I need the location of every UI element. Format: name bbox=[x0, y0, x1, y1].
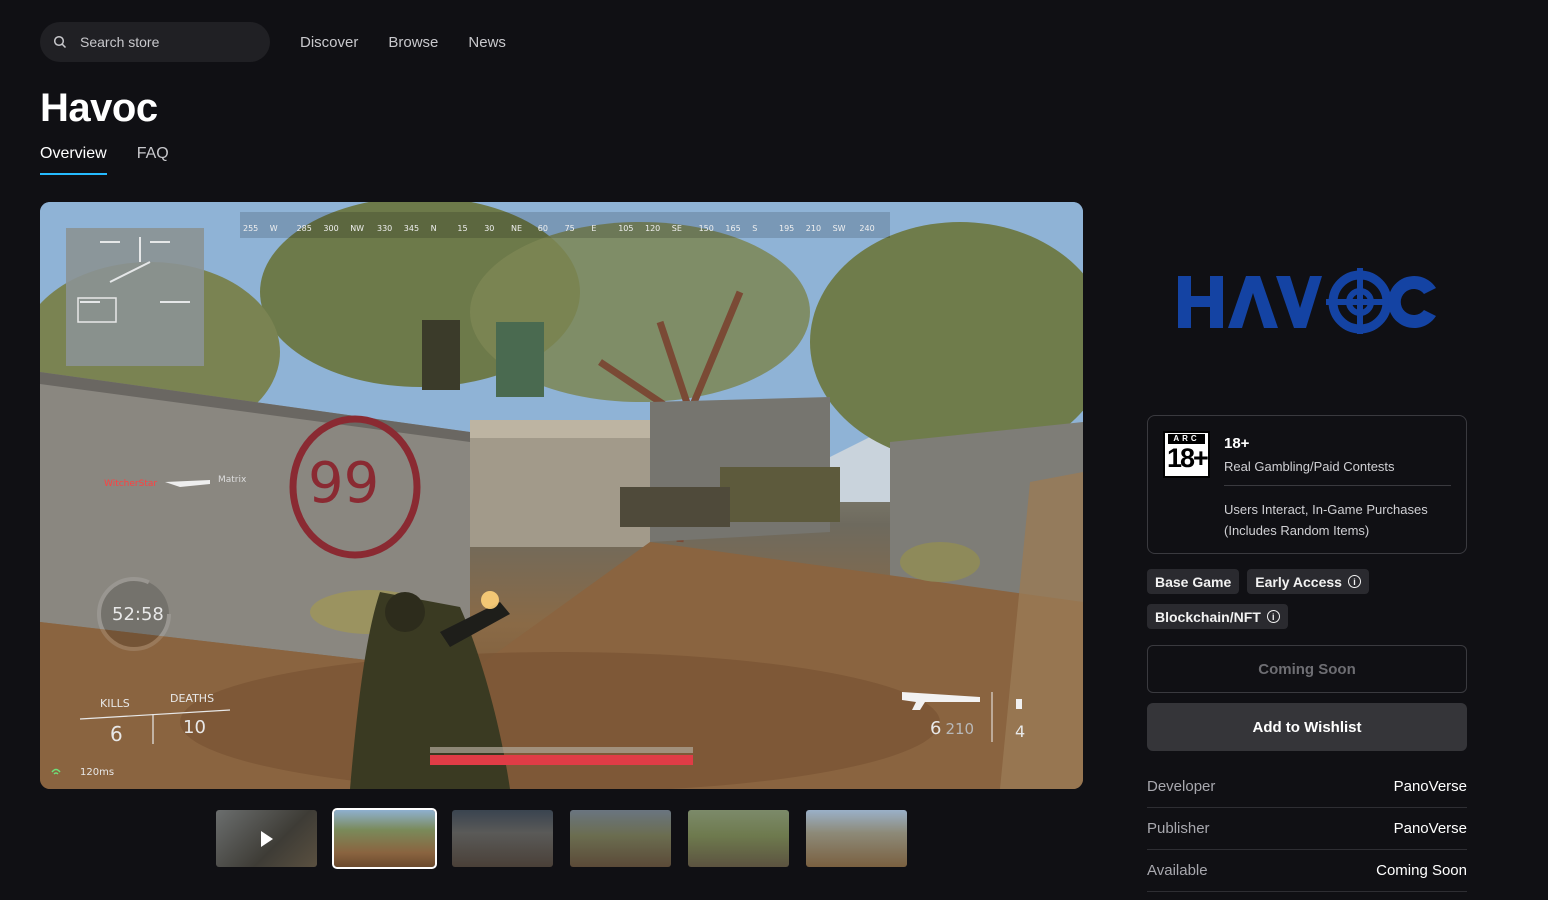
compass-label: 105 bbox=[618, 224, 634, 233]
hud-deaths-label: DEATHS bbox=[170, 692, 215, 705]
compass-label: 15 bbox=[457, 224, 468, 233]
hud-kills: 6 bbox=[110, 722, 123, 746]
tag-label: Base Game bbox=[1155, 573, 1232, 590]
search-placeholder: Search store bbox=[80, 34, 160, 50]
page-tabs: Overview FAQ bbox=[40, 145, 199, 175]
hud-ammo-mag: 6 bbox=[930, 718, 942, 739]
svg-text:99: 99 bbox=[308, 451, 379, 516]
detail-key: Available bbox=[1147, 862, 1208, 879]
detail-key: Developer bbox=[1147, 778, 1216, 795]
tag-early-access[interactable]: Early Access i bbox=[1247, 569, 1369, 594]
compass-label: 30 bbox=[484, 224, 495, 233]
detail-value: Coming Soon bbox=[1376, 862, 1467, 879]
compass-label: 195 bbox=[779, 224, 795, 233]
compass-label: 345 bbox=[403, 224, 420, 233]
age-rating-box: ARC 18+ 18+ Real Gambling/Paid Contests … bbox=[1147, 415, 1467, 554]
compass-label: 75 bbox=[564, 224, 575, 233]
thumbnail-image[interactable] bbox=[332, 808, 437, 869]
thumbnail-image[interactable] bbox=[688, 810, 789, 867]
detail-value[interactable]: PanoVerse bbox=[1394, 820, 1467, 837]
search-input[interactable]: Search store bbox=[40, 22, 270, 62]
hud-ammo: 6 210 bbox=[930, 718, 974, 739]
compass-label: 330 bbox=[377, 224, 393, 233]
killfeed-victim: Matrix bbox=[218, 475, 247, 485]
add-to-wishlist-button[interactable]: Add to Wishlist bbox=[1147, 703, 1467, 751]
detail-value[interactable]: PanoVerse bbox=[1394, 778, 1467, 795]
main-nav: Discover Browse News bbox=[300, 34, 536, 51]
hud-grenades: 4 bbox=[1015, 722, 1026, 741]
tag-label: Early Access bbox=[1255, 573, 1342, 590]
game-details: Developer PanoVerse Publisher PanoVerse … bbox=[1147, 766, 1467, 892]
search-icon bbox=[53, 35, 67, 49]
page-title: Havoc bbox=[40, 86, 158, 130]
nav-browse[interactable]: Browse bbox=[388, 34, 438, 51]
media-thumbnails bbox=[216, 808, 924, 869]
compass-label: NE bbox=[511, 224, 523, 233]
top-bar: Search store Discover Browse News bbox=[40, 22, 536, 62]
tag-base-game[interactable]: Base Game bbox=[1147, 569, 1240, 594]
rating-interactive-elements: Users Interact, In-Game Purchases (Inclu… bbox=[1224, 502, 1428, 538]
main-media-viewer[interactable]: 99 WitcherStar Matrix 52:58 KILLS DEATHS… bbox=[40, 202, 1083, 789]
tab-faq[interactable]: FAQ bbox=[137, 145, 169, 175]
detail-available: Available Coming Soon bbox=[1147, 850, 1467, 892]
compass-label: 165 bbox=[725, 224, 741, 233]
compass-label: 285 bbox=[296, 224, 312, 233]
hud-kills-label: KILLS bbox=[100, 697, 130, 710]
tab-overview[interactable]: Overview bbox=[40, 145, 107, 175]
game-tags: Base Game Early Access i Blockchain/NFT i bbox=[1147, 569, 1477, 639]
tag-blockchain-nft[interactable]: Blockchain/NFT i bbox=[1147, 604, 1288, 629]
hud-ping: 120ms bbox=[80, 767, 115, 778]
info-icon[interactable]: i bbox=[1347, 575, 1361, 588]
compass-label: 210 bbox=[805, 224, 822, 233]
thumbnail-image[interactable] bbox=[806, 810, 907, 867]
rating-age: 18+ bbox=[1224, 435, 1250, 452]
thumbnail-image[interactable] bbox=[452, 810, 553, 867]
compass-label: 240 bbox=[859, 224, 875, 233]
hud-deaths: 10 bbox=[183, 717, 206, 738]
compass-label: 150 bbox=[698, 224, 714, 233]
detail-developer: Developer PanoVerse bbox=[1147, 766, 1467, 808]
havoc-logo bbox=[1178, 268, 1436, 334]
compass-label: SE bbox=[671, 224, 682, 233]
nav-news[interactable]: News bbox=[468, 34, 506, 51]
play-icon bbox=[261, 831, 273, 847]
compass-label: E bbox=[591, 224, 597, 233]
rating-descriptor: Real Gambling/Paid Contests bbox=[1224, 459, 1395, 474]
compass-label: 60 bbox=[537, 224, 548, 233]
rating-divider bbox=[1224, 485, 1451, 486]
compass-label: 120 bbox=[645, 224, 661, 233]
compass-label: 255 bbox=[243, 224, 259, 233]
nav-discover[interactable]: Discover bbox=[300, 34, 358, 51]
compass-label: SW bbox=[832, 224, 846, 233]
detail-publisher: Publisher PanoVerse bbox=[1147, 808, 1467, 850]
hud-timer: 52:58 bbox=[112, 604, 164, 625]
compass-label: 300 bbox=[323, 224, 339, 233]
compass-label: NW bbox=[350, 224, 365, 233]
arc-rating-badge: ARC 18+ bbox=[1163, 431, 1210, 478]
detail-key: Publisher bbox=[1147, 820, 1210, 837]
rating-badge-age: 18+ bbox=[1167, 443, 1209, 473]
compass-label: S bbox=[752, 224, 758, 233]
compass-label: W bbox=[269, 224, 278, 233]
thumbnail-image[interactable] bbox=[570, 810, 671, 867]
compass-label: N bbox=[430, 224, 437, 233]
info-icon[interactable]: i bbox=[1266, 610, 1280, 623]
hud-ammo-reserve: 210 bbox=[945, 720, 975, 738]
coming-soon-button[interactable]: Coming Soon bbox=[1147, 645, 1467, 693]
thumbnail-video[interactable] bbox=[216, 810, 317, 867]
killfeed-killer: WitcherStar bbox=[104, 479, 158, 489]
tag-label: Blockchain/NFT bbox=[1155, 608, 1261, 625]
